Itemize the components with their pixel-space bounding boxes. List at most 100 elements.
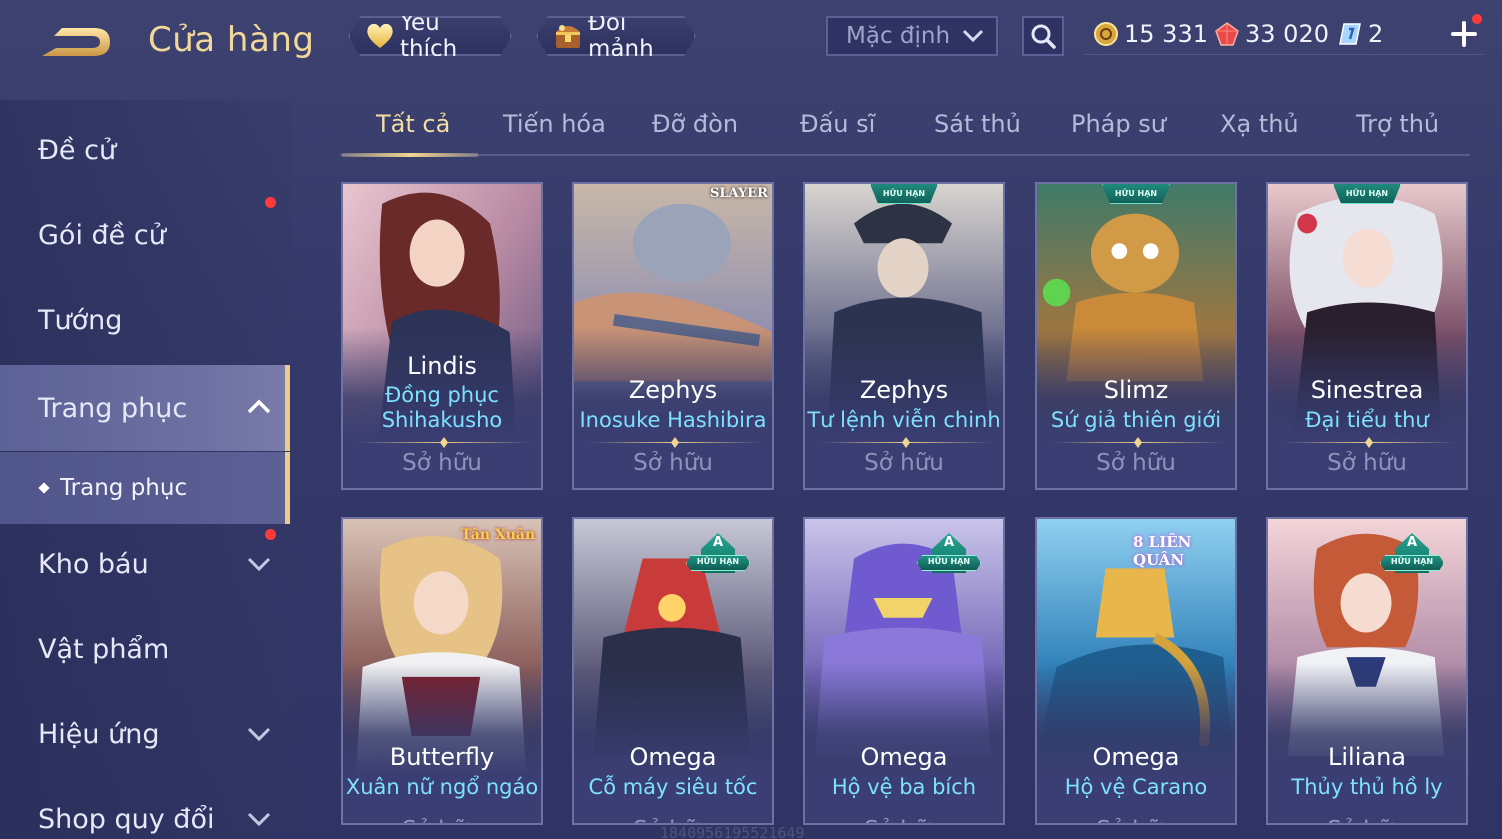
- favorites-label: Yêu thích: [400, 10, 458, 62]
- event-logo: 8 LIÊN QUÂN: [1133, 533, 1192, 569]
- chevron-up-icon: [247, 399, 271, 414]
- skin-card[interactable]: A HỮU HẠN Liliana Thủy thủ hồ ly Sở hữu: [1266, 517, 1468, 825]
- sidebar-item-treasure[interactable]: Kho báu: [0, 524, 290, 604]
- skin-card[interactable]: A HỮU HẠN Omega Cỗ máy siêu tốc Sở hữu: [572, 517, 774, 825]
- tab-assassin[interactable]: Sát thủ: [934, 110, 1021, 138]
- tab-fighter[interactable]: Đấu sĩ: [800, 110, 875, 138]
- badge-text: HỮU HẠN: [1390, 557, 1434, 566]
- search-button[interactable]: [1022, 16, 1064, 56]
- exchange-fragments-button[interactable]: Đổi mảnh: [536, 16, 696, 56]
- ruby-balance: 33 020: [1214, 18, 1329, 50]
- voucher-balance: 2: [1337, 18, 1383, 50]
- gold-balance: 15 331: [1093, 18, 1208, 50]
- sidebar-item-label: Vật phẩm: [38, 633, 170, 665]
- favorites-button[interactable]: Yêu thích: [348, 16, 512, 56]
- owned-status: Sở hữu: [864, 450, 944, 476]
- voucher-amount: 2: [1368, 20, 1384, 48]
- hero-name: Lindis: [407, 352, 477, 380]
- search-icon: [1031, 24, 1056, 49]
- back-arrow-icon: [42, 28, 110, 56]
- active-tab-indicator: [342, 153, 478, 157]
- tab-evolution[interactable]: Tiến hóa: [503, 110, 606, 138]
- sidebar-subitem-skins[interactable]: Trang phục: [0, 452, 290, 524]
- gold-amount: 15 331: [1124, 20, 1208, 48]
- skin-name: Xuân nữ ngổ ngáo: [345, 775, 539, 799]
- skin-name: Tư lệnh viễn chinh: [807, 408, 1001, 432]
- sidebar-item-label: Đề cử: [38, 134, 117, 166]
- hero-name: Liliana: [1328, 743, 1406, 771]
- skin-card[interactable]: Tân Xuân Butterfly Xuân nữ ngổ ngáo Sở h…: [341, 517, 543, 825]
- rank-a-badge: A HỮU HẠN: [1380, 533, 1444, 573]
- top-bar: Cửa hàng Yêu thích Đổi mảnh Mặc định 15 …: [0, 0, 1502, 80]
- skin-card[interactable]: A HỮU HẠN Omega Hộ vệ ba bích Sở hữu: [803, 517, 1005, 825]
- hero-name: Butterfly: [389, 743, 495, 771]
- skin-name: Hộ vệ Carano: [1064, 775, 1208, 799]
- sidebar-item-recommended-packs[interactable]: Gói đề cử: [0, 195, 290, 275]
- badge-letter: A: [943, 535, 955, 550]
- tab-all[interactable]: Tất cả: [376, 110, 450, 138]
- heart-icon: [364, 20, 396, 52]
- category-tabs: Tất cả Tiến hóa Đỡ đòn Đấu sĩ Sát thủ Ph…: [340, 104, 1470, 157]
- skin-card[interactable]: Lindis Đồng phục Shihakusho Sở hữu: [341, 182, 543, 490]
- skin-card[interactable]: HỮU HẠN Zephys Tư lệnh viễn chinh Sở hữu: [803, 182, 1005, 490]
- sidebar-item-items[interactable]: Vật phẩm: [0, 609, 290, 689]
- sidebar-item-exchange-shop[interactable]: Shop quy đổi: [0, 779, 290, 839]
- skin-name: Hộ vệ ba bích: [831, 775, 977, 799]
- sidebar-item-label: Trang phục: [38, 392, 188, 424]
- notification-dot: [265, 197, 276, 208]
- rank-a-badge: A HỮU HẠN: [917, 533, 981, 573]
- limited-badge: HỮU HẠN: [1102, 184, 1170, 204]
- owned-status: Sở hữu: [343, 817, 541, 823]
- hero-name: Zephys: [628, 376, 718, 404]
- sidebar-item-label: Hiệu ứng: [38, 718, 160, 750]
- tab-marksman[interactable]: Xạ thủ: [1220, 110, 1299, 138]
- sidebar-subitem-label: Trang phục: [60, 475, 188, 501]
- badge-letter: A: [712, 535, 724, 550]
- event-logo: Tân Xuân: [461, 527, 536, 543]
- sidebar-item-recommended[interactable]: Đề cử: [0, 110, 290, 190]
- skin-name: Inosuke Hashibira: [579, 408, 767, 432]
- skin-name: Đồng phục: [385, 383, 499, 407]
- page-title: Cửa hàng: [148, 20, 315, 60]
- skin-card[interactable]: HỮU HẠN Slimz Sứ giả thiên giới Sở hữu: [1035, 182, 1237, 490]
- tab-support[interactable]: Trợ thủ: [1356, 110, 1439, 138]
- sidebar-item-skins[interactable]: Trang phục: [0, 365, 290, 451]
- skin-name: Thủy thủ hồ ly: [1291, 775, 1443, 799]
- owned-status: Sở hữu: [1037, 817, 1235, 823]
- owned-status: Sở hữu: [1096, 450, 1176, 476]
- hero-name: Omega: [860, 743, 948, 771]
- tab-tank[interactable]: Đỡ đòn: [652, 110, 738, 138]
- hero-name: Omega: [1092, 743, 1180, 771]
- badge-letter: A: [1406, 535, 1418, 550]
- owned-status: Sở hữu: [1327, 450, 1407, 476]
- skin-name-line2: Shihakusho: [381, 408, 503, 432]
- skin-name: Sứ giả thiên giới: [1050, 408, 1222, 432]
- owned-status: Sở hữu: [633, 450, 713, 476]
- chevron-down-icon: [247, 812, 271, 827]
- currency-divider: [1084, 54, 1484, 55]
- sidebar-item-label: Kho báu: [38, 548, 149, 580]
- badge-text: HỮU HẠN: [927, 557, 971, 566]
- bullet-icon: [38, 482, 50, 494]
- skin-card[interactable]: HỮU HẠN Sinestrea Đại tiểu thư Sở hữu: [1266, 182, 1468, 490]
- notification-dot: [265, 529, 276, 540]
- sidebar-item-label: Shop quy đổi: [38, 803, 215, 835]
- sidebar-item-effects[interactable]: Hiệu ứng: [0, 694, 290, 774]
- sidebar-item-label: Gói đề cử: [38, 219, 166, 251]
- sort-dropdown[interactable]: Mặc định: [826, 16, 998, 56]
- sort-value: Mặc định: [846, 23, 951, 49]
- notification-dot: [1472, 14, 1482, 24]
- chevron-down-icon: [247, 557, 271, 572]
- sidebar: Đề cử Gói đề cử Tướng Trang phục Trang p…: [0, 100, 292, 839]
- back-button[interactable]: [38, 22, 114, 62]
- skin-card[interactable]: SLAYER Zephys Inosuke Hashibira Sở hữu: [572, 182, 774, 490]
- owned-status: Sở hữu: [805, 817, 1003, 823]
- slayer-logo: SLAYER: [710, 186, 768, 201]
- voucher-icon: [1337, 21, 1363, 47]
- tab-mage[interactable]: Pháp sư: [1071, 110, 1166, 138]
- ruby-amount: 33 020: [1245, 20, 1329, 48]
- gold-coin-icon: [1093, 21, 1119, 47]
- skin-card[interactable]: 8 LIÊN QUÂN Omega Hộ vệ Carano Sở hữu: [1035, 517, 1237, 825]
- chevron-down-icon: [247, 727, 271, 742]
- sidebar-item-heroes[interactable]: Tướng: [0, 280, 290, 360]
